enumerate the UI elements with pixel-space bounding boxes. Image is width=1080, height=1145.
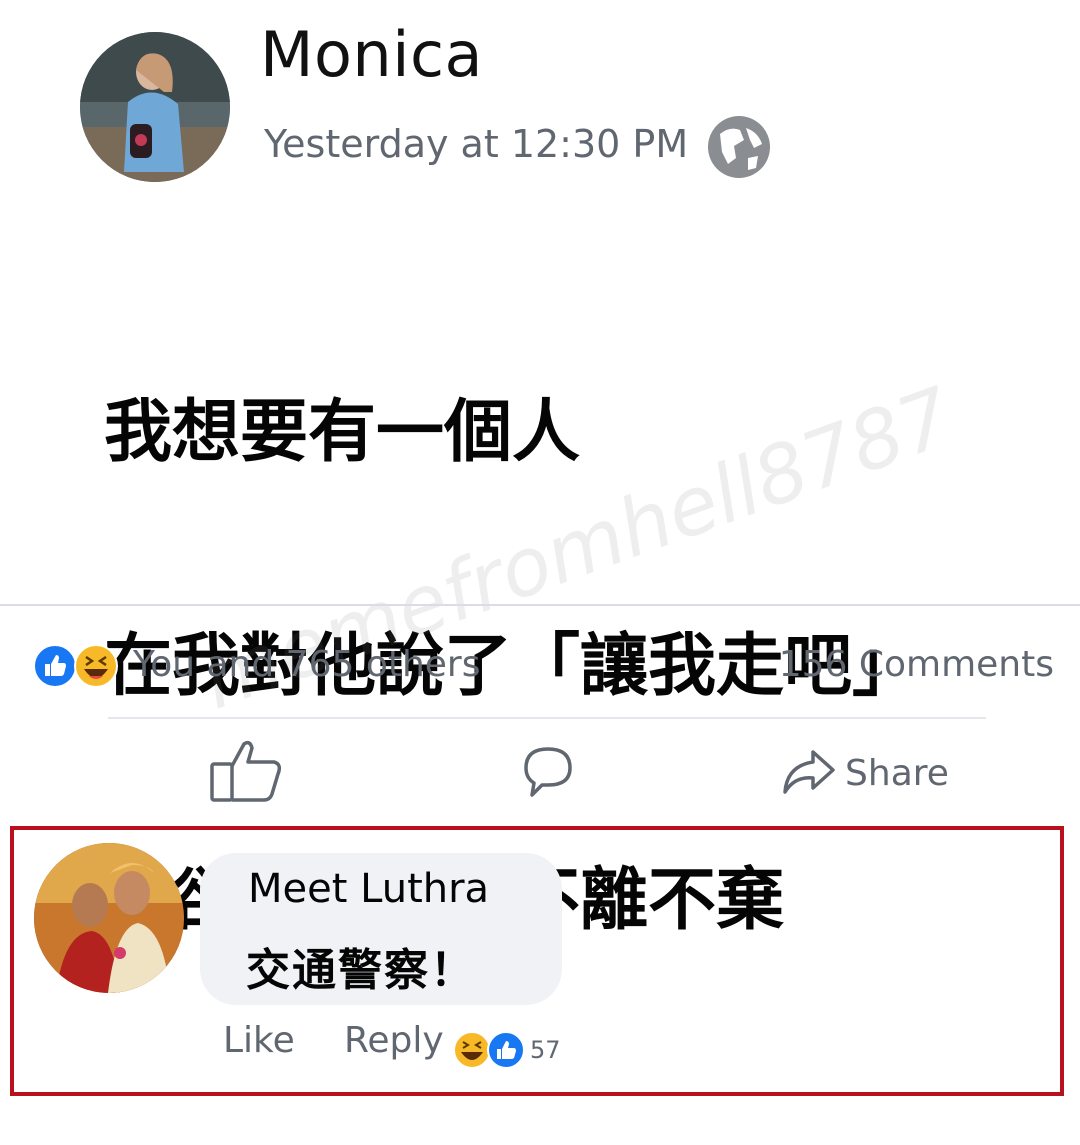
- share-icon: [781, 746, 837, 800]
- comment-icon: [520, 743, 576, 803]
- post-timestamp[interactable]: Yesterday at 12:30 PM: [264, 122, 688, 166]
- divider: [0, 604, 1080, 606]
- commenter-avatar[interactable]: [34, 843, 184, 993]
- thumbs-up-icon: [206, 736, 286, 810]
- reaction-icons[interactable]: [32, 643, 126, 689]
- post-text-line: 我想要有一個人: [104, 393, 581, 472]
- commenter-name[interactable]: Meet Luthra: [248, 866, 489, 912]
- comments-count[interactable]: 156 Comments: [779, 644, 1054, 685]
- comment-like-button[interactable]: Like: [223, 1020, 295, 1061]
- divider: [108, 717, 986, 719]
- comment-reply-button[interactable]: Reply: [344, 1020, 444, 1061]
- like-button[interactable]: [196, 730, 296, 816]
- globe-icon: [706, 114, 772, 180]
- comment-reaction-count[interactable]: 57: [530, 1036, 561, 1064]
- share-label: Share: [845, 752, 949, 794]
- comment-text: 交通警察！: [246, 945, 476, 996]
- author-avatar[interactable]: [80, 32, 230, 182]
- comment-button[interactable]: [508, 730, 588, 816]
- reaction-summary[interactable]: You and 765 others: [133, 644, 480, 685]
- share-button[interactable]: Share: [770, 730, 960, 816]
- author-name[interactable]: Monica: [260, 18, 483, 91]
- comment-reaction-icons[interactable]: [452, 1030, 526, 1070]
